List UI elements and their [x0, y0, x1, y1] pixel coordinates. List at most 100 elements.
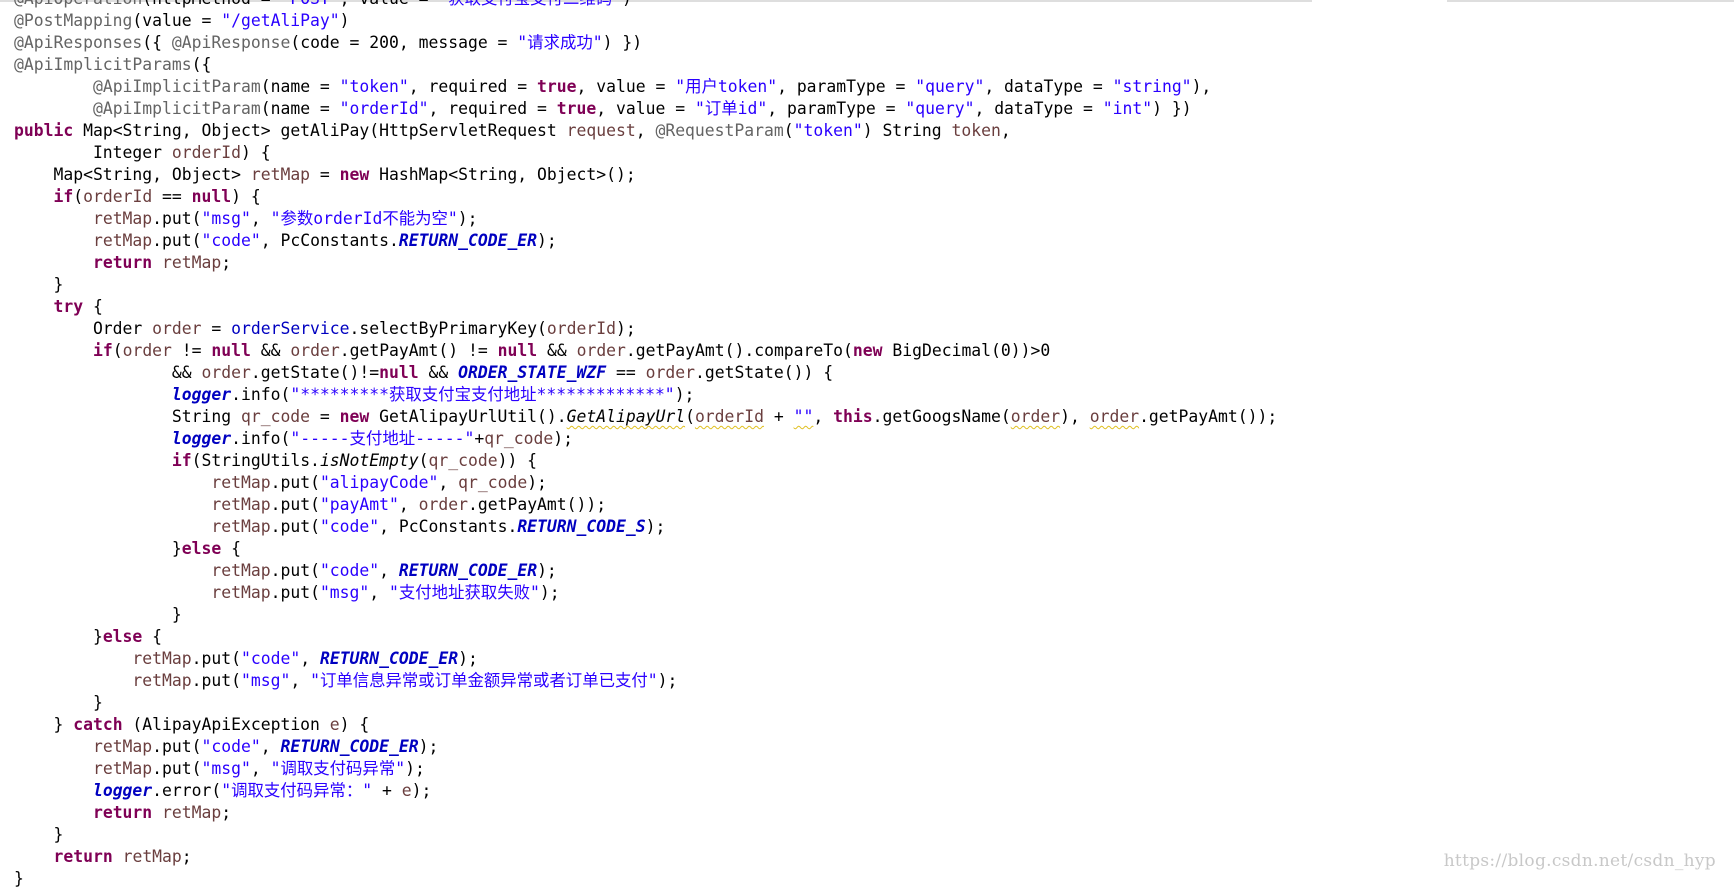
annotation-token: @ApiOperation — [14, 0, 142, 8]
code-line: if(orderId == null) { — [14, 186, 1277, 208]
code-token: ) — [339, 11, 350, 30]
string-token: "msg" — [201, 759, 251, 778]
code-token: .put( — [152, 759, 202, 778]
code-token: (AlipayApiException — [122, 715, 330, 734]
code-line: retMap.put("msg", "支付地址获取失败"); — [14, 582, 1277, 604]
code-area[interactable]: @ApiOperation(httpMethod = "POST", value… — [14, 0, 1277, 890]
static-field-token: RETURN_CODE_ER — [398, 231, 538, 250]
code-line: retMap.put("code", RETURN_CODE_ER); — [14, 648, 1277, 670]
code-line: logger.info("-----支付地址-----"+qr_code); — [14, 428, 1277, 450]
static-field-token: logger — [92, 781, 153, 800]
code-token: .put( — [191, 671, 241, 690]
code-token: String — [14, 407, 241, 426]
code-token: ( — [783, 121, 794, 140]
variable-token: retMap — [92, 209, 153, 228]
annotation-token: @ApiImplicitParam — [92, 99, 261, 118]
keyword-token: true — [537, 77, 577, 96]
code-editor[interactable]: @ApiOperation(httpMethod = "POST", value… — [0, 0, 1734, 888]
code-token: ), — [1060, 407, 1090, 426]
string-token: "code" — [240, 649, 301, 668]
string-token: "token" — [339, 77, 409, 96]
static-field-token: RETURN_CODE_ER — [319, 649, 459, 668]
code-token: )) { — [497, 451, 538, 470]
code-token: Map<String, Object> — [14, 165, 251, 184]
variable-token: order — [290, 341, 340, 360]
code-line: retMap.put("code", PcConstants.RETURN_CO… — [14, 516, 1277, 538]
code-token: .put( — [270, 561, 320, 580]
code-token: .getPayAmt() != — [339, 341, 498, 360]
static-method-token: GetAlipayUrl — [566, 407, 686, 426]
code-line: @ApiOperation(httpMethod = "POST", value… — [14, 0, 1277, 10]
string-token: "msg" — [240, 671, 291, 690]
code-token: , dataType = — [984, 77, 1113, 96]
variable-token: request — [566, 121, 636, 140]
code-token: (code = 200, message = — [290, 33, 518, 52]
string-token: "用户token" — [675, 77, 778, 96]
code-token: , — [635, 121, 656, 140]
keyword-token: true — [556, 99, 597, 118]
code-line: if(order != null && order.getPayAmt() !=… — [14, 340, 1277, 362]
code-line: retMap.put("code", RETURN_CODE_ER); — [14, 560, 1277, 582]
code-token: .selectByPrimaryKey( — [349, 319, 547, 338]
code-token: , — [1000, 121, 1011, 140]
code-token: ( — [112, 341, 123, 360]
keyword-token: this — [833, 407, 873, 426]
keyword-token: null — [211, 341, 251, 360]
string-token: "query" — [905, 99, 975, 118]
code-token: + — [372, 781, 402, 800]
variable-token: order — [201, 363, 251, 382]
variable-token: order — [152, 319, 202, 338]
code-token: } — [14, 627, 103, 646]
code-token: .put( — [270, 583, 320, 602]
string-token: "token" — [793, 121, 863, 140]
string-token: "订单id" — [694, 99, 768, 118]
keyword-token: return — [53, 847, 113, 866]
code-token: } — [14, 605, 182, 624]
code-token: } — [14, 275, 64, 294]
code-token: , — [300, 649, 320, 668]
string-token: "payAmt" — [319, 495, 399, 514]
code-line: } — [14, 824, 1277, 846]
code-token: ) }) — [1152, 99, 1192, 118]
variable-token: qr_code — [458, 473, 528, 492]
code-token: (name = — [260, 99, 340, 118]
keyword-token: public — [14, 121, 74, 140]
code-token: ); — [537, 561, 557, 580]
code-token: ( — [418, 451, 429, 470]
code-token: ; — [181, 847, 192, 866]
code-line: @PostMapping(value = "/getAliPay") — [14, 10, 1277, 32]
code-token: , — [260, 737, 281, 756]
code-token: , — [379, 561, 399, 580]
code-line: retMap.put("code", RETURN_CODE_ER); — [14, 736, 1277, 758]
code-token: = — [201, 319, 232, 338]
code-token: .getPayAmt().compareTo( — [625, 341, 853, 360]
code-line: @ApiImplicitParam(name = "orderId", requ… — [14, 98, 1277, 120]
keyword-token: null — [191, 187, 232, 206]
string-token: "alipayCode" — [319, 473, 439, 492]
code-line: retMap.put("payAmt", order.getPayAmt()); — [14, 494, 1277, 516]
keyword-token: new — [852, 341, 883, 360]
code-token: Integer — [14, 143, 172, 162]
keyword-token: new — [339, 165, 370, 184]
code-token: , value = — [340, 0, 439, 8]
code-token: ); — [527, 473, 547, 492]
variable-token: orderId — [83, 187, 153, 206]
code-token: ) }) — [602, 33, 643, 52]
watermark-url: https://blog.csdn.net/csdn_hyp — [1443, 851, 1716, 871]
field-token: orderService — [231, 319, 350, 338]
code-line: retMap.put("msg", "调取支付码异常"); — [14, 758, 1277, 780]
keyword-token: else — [102, 627, 143, 646]
variable-token: order — [576, 341, 626, 360]
string-token: "code" — [319, 561, 380, 580]
code-token: ); — [537, 231, 557, 250]
code-line: Order order = orderService.selectByPrima… — [14, 318, 1277, 340]
code-token: , paramType = — [767, 99, 906, 118]
